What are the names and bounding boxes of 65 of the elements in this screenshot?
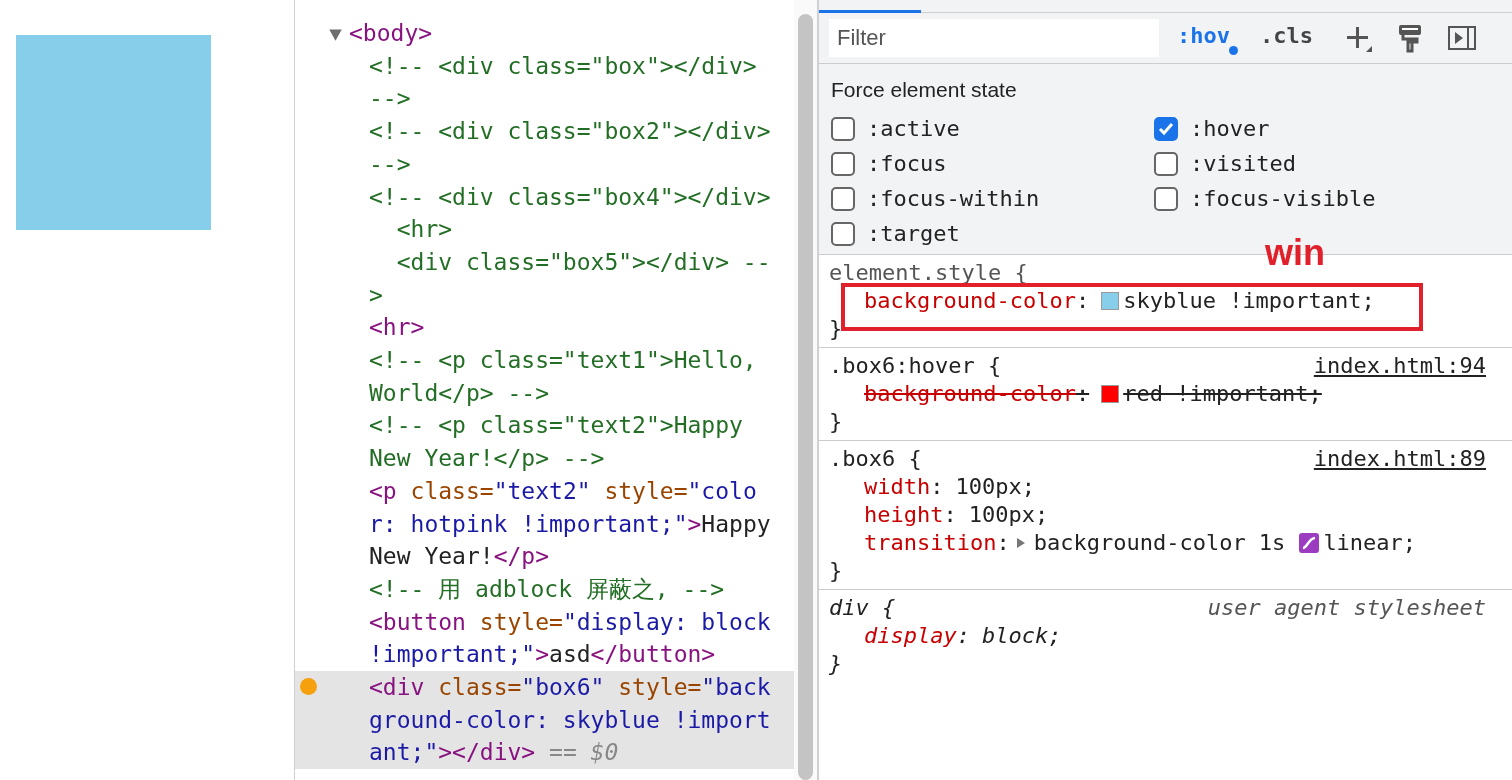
code-line: New Year!</p> --> <box>369 444 606 474</box>
code-line: <!-- <p class="text1">Hello, <box>369 346 757 376</box>
code-line: ground-color: skyblue !import <box>369 705 771 735</box>
state-label: :visited <box>1190 151 1296 176</box>
code-line: <!-- <div class="box4"></div> <box>369 182 771 212</box>
checkbox[interactable] <box>831 116 855 141</box>
closing-brace: } <box>829 557 844 585</box>
sidebar-toggle-icon[interactable] <box>1446 23 1477 53</box>
code-line: <hr> <box>395 215 454 245</box>
code-line: World</p> --> <box>369 378 550 408</box>
selected-row[interactable]: <div class="box6" style="back ground-color: skyblue !import ant;"></div> == $0 <box>295 671 794 770</box>
closing-brace: } <box>829 408 844 436</box>
state-label: :focus-within <box>867 186 1040 211</box>
css-declaration: width: 100px; <box>863 473 1036 501</box>
expand-triangle-icon[interactable] <box>1015 537 1026 549</box>
toggle-button[interactable]: :hov <box>1177 21 1238 55</box>
code-line: <p class="text2" style="colo <box>369 476 758 506</box>
state-label: :target <box>867 221 960 246</box>
state-label: :hover <box>1190 116 1270 141</box>
filter-field[interactable]: Filter <box>829 19 1159 57</box>
expand-triangle-icon[interactable] <box>328 27 343 42</box>
css-selector: .box6:hover { <box>829 352 1002 380</box>
checkbox[interactable] <box>1154 151 1178 176</box>
code-line: <div class="box5"></div> -- <box>395 247 771 277</box>
closing-brace: } <box>829 315 844 343</box>
color-swatch[interactable] <box>1101 292 1120 310</box>
color-swatch[interactable] <box>1101 385 1120 403</box>
code-line: <button style="display: block <box>369 607 771 637</box>
state-label: :focus-visible <box>1190 186 1376 211</box>
easing-curve-icon[interactable] <box>1299 533 1320 553</box>
code-line: <!-- 用 adblock 屏蔽之, --> <box>369 574 725 604</box>
code-line: r: hotpink !important;">Happy <box>369 509 771 539</box>
source-link[interactable]: index.html:94 <box>1313 352 1486 380</box>
checkbox[interactable] <box>1154 116 1178 141</box>
code-line: <body> <box>349 19 433 48</box>
source-label: user agent stylesheet <box>1207 594 1486 622</box>
scrollbar-thumb[interactable] <box>798 14 813 780</box>
css-declaration: display: block; <box>863 622 1063 650</box>
code-line: > <box>369 280 384 310</box>
css-selector: div { <box>829 594 896 622</box>
css-declaration: background-color: red !important; <box>863 380 1323 408</box>
code-line: <div class="box6" style="back <box>369 673 771 703</box>
css-declaration: transition: background-color 1s linear; <box>863 529 1418 557</box>
code-line: <!-- <p class="text2">Happy <box>369 411 743 441</box>
closing-brace: } <box>829 650 844 678</box>
code-line: --> <box>369 84 412 114</box>
state-label: :active <box>867 116 960 141</box>
checkbox[interactable] <box>831 151 855 176</box>
annotation-label: win <box>1265 233 1325 273</box>
code-line: !important;">asd</button> <box>369 640 717 670</box>
code-line: --> <box>369 149 412 179</box>
code-line: ant;"></div> == $0 <box>369 738 620 768</box>
code-line: New Year!</p> <box>369 542 550 572</box>
code-line: <hr> <box>369 313 425 343</box>
css-declaration: height: 100px; <box>863 501 1050 529</box>
css-selector: .box6 { <box>829 445 922 473</box>
state-label: :focus <box>867 151 947 176</box>
checkbox[interactable] <box>831 221 855 246</box>
toggle-button[interactable]: .cls <box>1260 21 1321 55</box>
checkbox[interactable] <box>1154 186 1178 211</box>
code-line: <!-- <div class="box2"></div> <box>369 117 771 147</box>
checkbox[interactable] <box>831 186 855 211</box>
source-link[interactable]: index.html:89 <box>1313 445 1486 473</box>
section-title: Force element state <box>831 78 1018 102</box>
code-line: <!-- <div class="box"></div> <box>369 51 757 81</box>
